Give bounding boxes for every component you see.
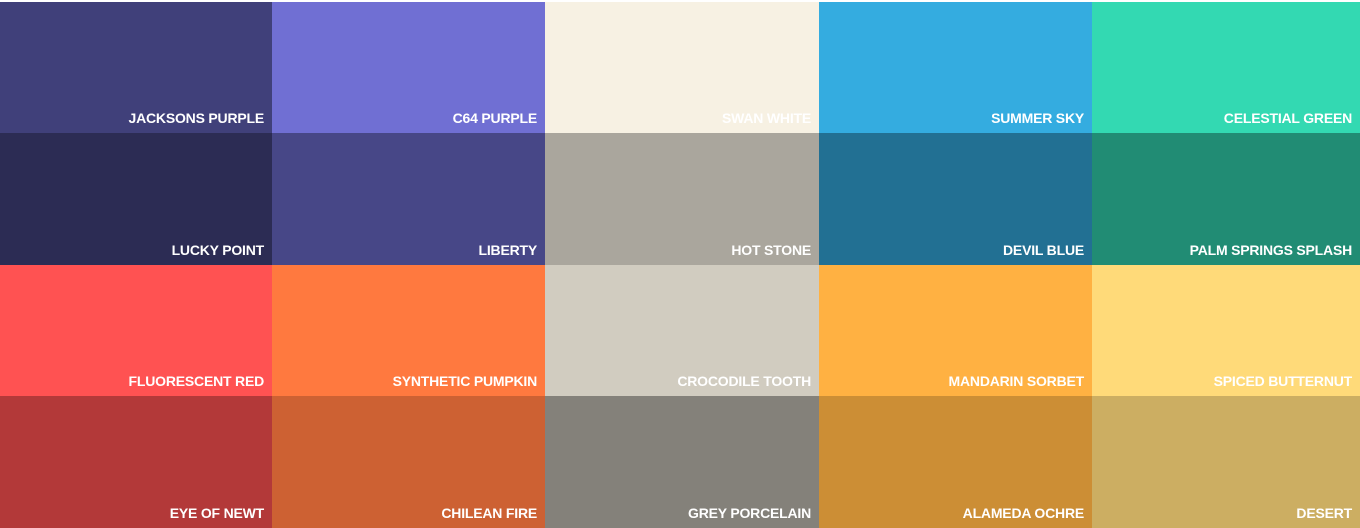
swatch-hot-stone[interactable]: HOT STONE [545,133,819,265]
swatch-c64-purple[interactable]: C64 PURPLE [272,2,545,133]
swatch-label: JACKSONS PURPLE [128,110,265,126]
swatch-label: DESERT [1296,505,1352,521]
swatch-label: CELESTIAL GREEN [1223,110,1352,126]
swatch-spiced-butternut[interactable]: SPICED BUTTERNUT [1092,265,1360,396]
swatch-crocodile-tooth[interactable]: CROCODILE TOOTH [545,265,819,396]
swatch-swan-white[interactable]: SWAN WHITE [545,2,819,133]
swatch-label: SYNTHETIC PUMPKIN [392,373,538,389]
swatch-label: C64 PURPLE [452,110,538,126]
swatch-label: SWAN WHITE [722,110,811,126]
swatch-palm-springs-splash[interactable]: PALM SPRINGS SPLASH [1092,133,1360,265]
swatch-label: SUMMER SKY [991,110,1084,126]
swatch-synthetic-pumpkin[interactable]: SYNTHETIC PUMPKIN [272,265,545,396]
swatch-celestial-green[interactable]: CELESTIAL GREEN [1092,2,1360,133]
swatch-chilean-fire[interactable]: CHILEAN FIRE [272,396,545,528]
swatch-mandarin-sorbet[interactable]: MANDARIN SORBET [819,265,1092,396]
swatch-eye-of-newt[interactable]: EYE OF NEWT [0,396,272,528]
swatch-label: ALAMEDA OCHRE [962,505,1085,521]
swatch-label: LUCKY POINT [171,242,265,258]
swatch-fluorescent-red[interactable]: FLUORESCENT RED [0,265,272,396]
swatch-summer-sky[interactable]: SUMMER SKY [819,2,1092,133]
swatch-label: FLUORESCENT RED [128,373,265,389]
swatch-label: GREY PORCELAIN [688,505,811,521]
swatch-label: EYE OF NEWT [169,505,264,521]
swatch-label: HOT STONE [731,242,811,258]
swatch-grey-porcelain[interactable]: GREY PORCELAIN [545,396,819,528]
swatch-devil-blue[interactable]: DEVIL BLUE [819,133,1092,265]
swatch-label: CHILEAN FIRE [441,505,537,521]
swatch-lucky-point[interactable]: LUCKY POINT [0,133,272,265]
swatch-label: PALM SPRINGS SPLASH [1189,242,1353,258]
swatch-label: LIBERTY [478,242,538,258]
swatch-jacksons-purple[interactable]: JACKSONS PURPLE [0,2,272,133]
swatch-label: SPICED BUTTERNUT [1213,373,1353,389]
swatch-label: DEVIL BLUE [1003,242,1084,258]
swatch-desert[interactable]: DESERT [1092,396,1360,528]
color-palette-grid: JACKSONS PURPLE C64 PURPLE SWAN WHITE SUMME… [0,0,1360,528]
swatch-label: MANDARIN SORBET [948,373,1085,389]
swatch-label: CROCODILE TOOTH [677,373,811,389]
swatch-liberty[interactable]: LIBERTY [272,133,545,265]
swatch-alameda-ochre[interactable]: ALAMEDA OCHRE [819,396,1092,528]
